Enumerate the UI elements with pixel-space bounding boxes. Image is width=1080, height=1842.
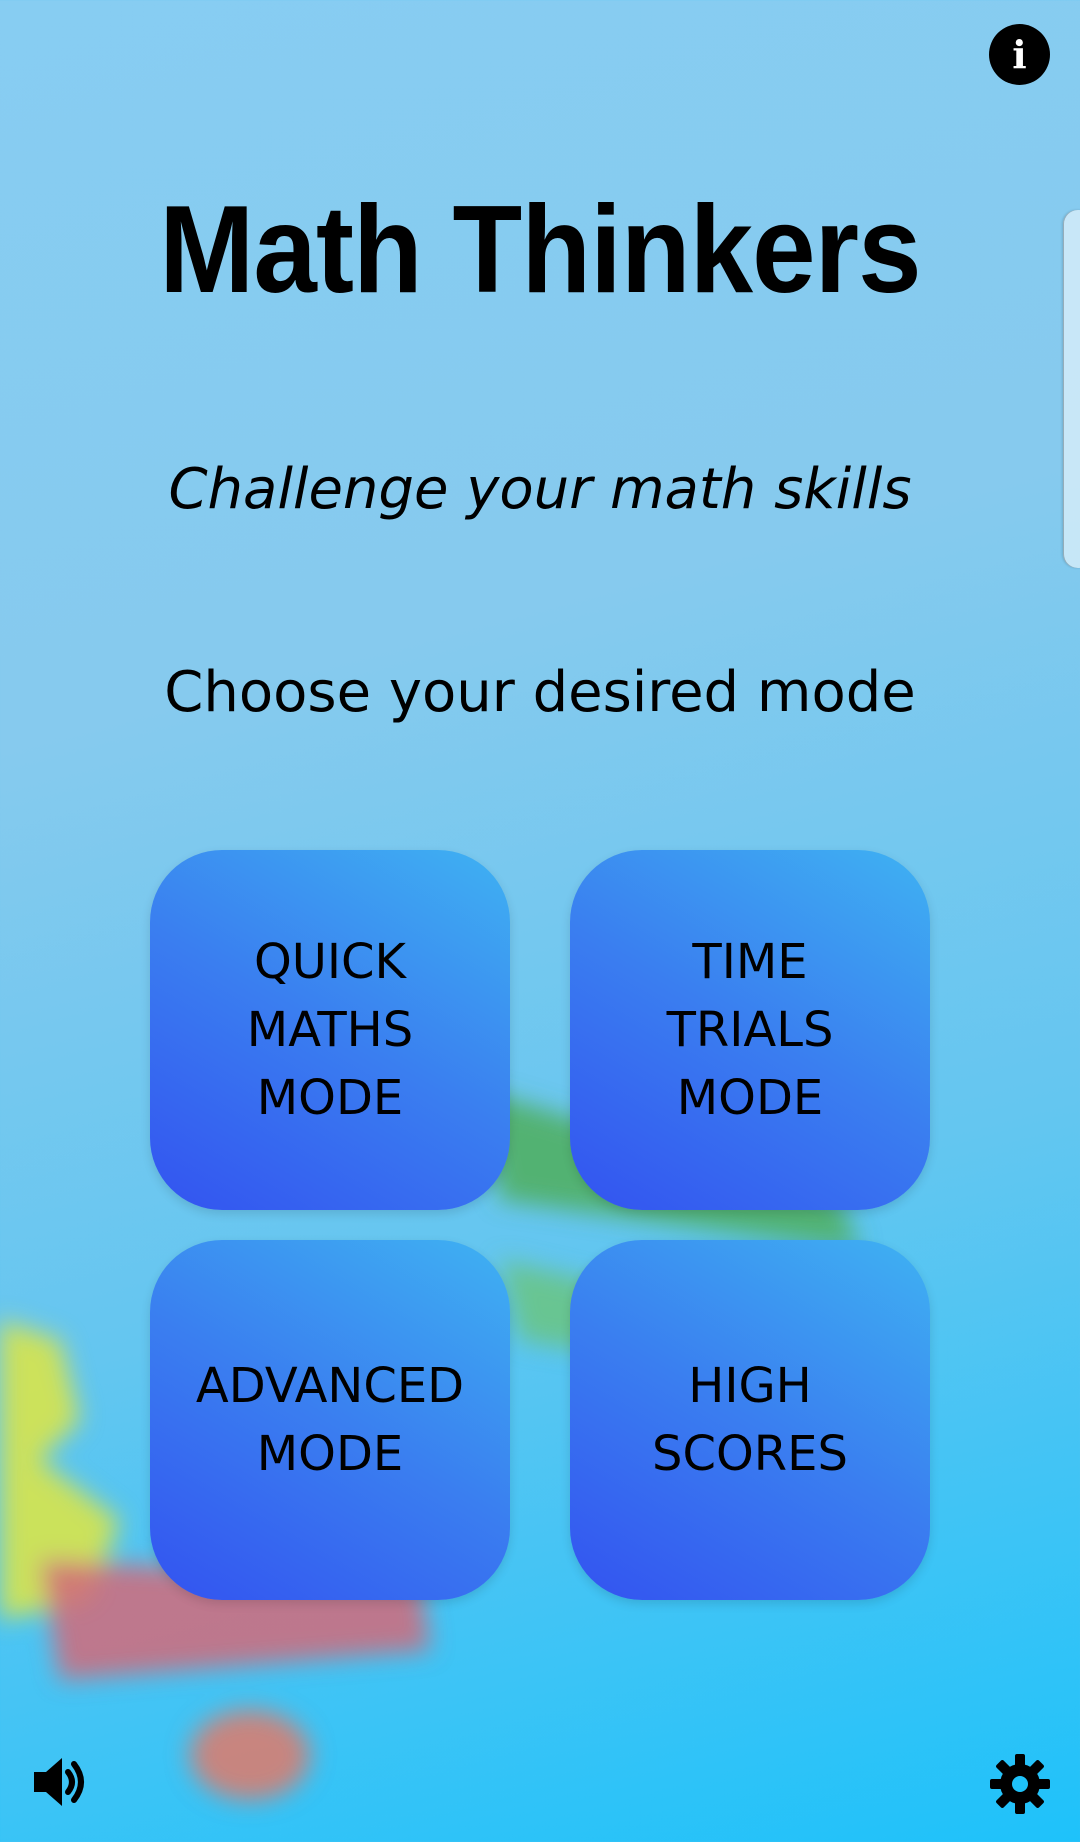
gear-icon xyxy=(990,1754,1050,1814)
time-trials-mode-button[interactable]: TIME TRIALS MODE xyxy=(570,850,930,1210)
quick-maths-mode-button[interactable]: QUICK MATHS MODE xyxy=(150,850,510,1210)
advanced-mode-label: ADVANCED MODE xyxy=(195,1358,465,1482)
advanced-mode-button[interactable]: ADVANCED MODE xyxy=(150,1240,510,1600)
mode-prompt: Choose your desired mode xyxy=(164,660,916,725)
info-button[interactable]: i xyxy=(989,24,1050,85)
quick-maths-mode-label: QUICK MATHS MODE xyxy=(246,934,414,1126)
settings-button[interactable] xyxy=(988,1752,1052,1816)
high-scores-button[interactable]: HIGH SCORES xyxy=(570,1240,930,1600)
app-subtitle: Challenge your math skills xyxy=(168,457,912,522)
time-trials-mode-label: TIME TRIALS MODE xyxy=(666,934,834,1126)
speaker-icon xyxy=(34,1758,84,1806)
info-icon: i xyxy=(1012,32,1027,77)
app-title: Math Thinkers xyxy=(159,181,921,319)
sound-toggle-button[interactable] xyxy=(30,1752,90,1812)
high-scores-label: HIGH SCORES xyxy=(652,1358,848,1482)
